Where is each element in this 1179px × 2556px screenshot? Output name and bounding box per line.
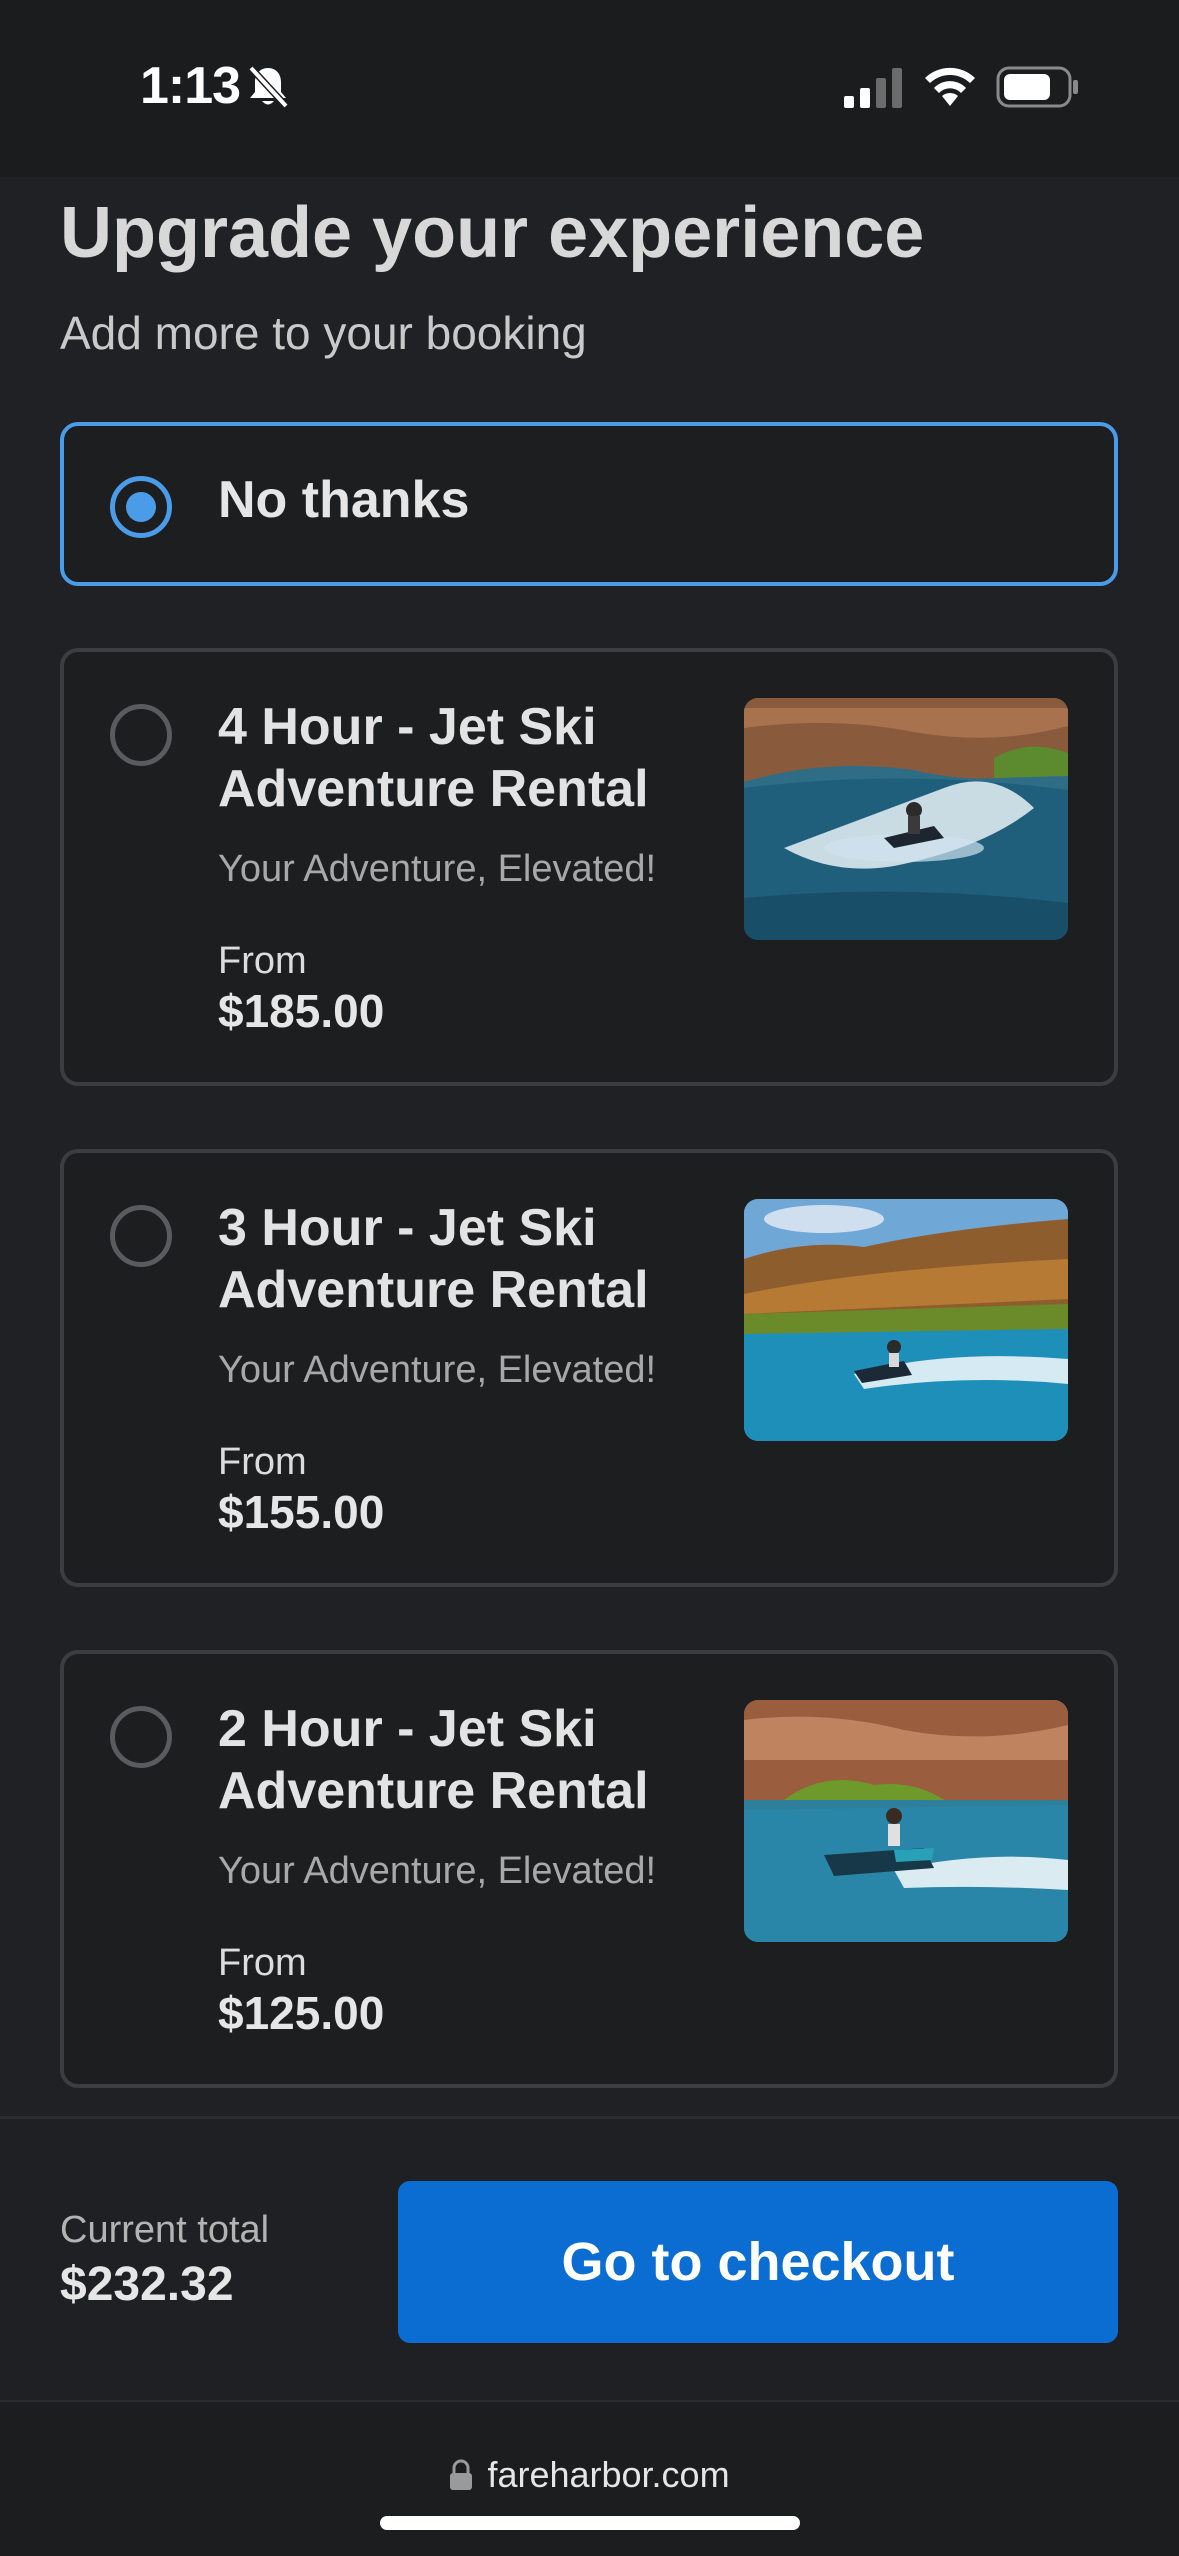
radio-3-hour[interactable] xyxy=(110,1205,172,1267)
option-price: $125.00 xyxy=(218,1987,385,2039)
jet-ski-photo xyxy=(744,1199,1068,1441)
url-display[interactable]: fareharbor.com xyxy=(0,2454,1179,2496)
jet-ski-photo xyxy=(744,1700,1068,1942)
option-3-hour-jet-ski[interactable]: 3 Hour - Jet Ski Adventure Rental Your A… xyxy=(60,1149,1118,1587)
radio-no-thanks[interactable] xyxy=(110,476,172,538)
option-title: 3 Hour - Jet Ski Adventure Rental xyxy=(218,1199,649,1319)
option-4-hour-jet-ski[interactable]: 4 Hour - Jet Ski Adventure Rental Your A… xyxy=(60,648,1118,1086)
go-to-checkout-button[interactable]: Go to checkout xyxy=(398,2181,1118,2343)
radio-2-hour[interactable] xyxy=(110,1706,172,1768)
page: 1:13 Upgrade your experience Add more to… xyxy=(0,0,1179,2556)
checkout-footer: Current total $232.32 Go to checkout xyxy=(0,2116,1179,2400)
current-total-value: $232.32 xyxy=(60,2258,234,2311)
lock-icon xyxy=(450,2459,473,2490)
page-title: Upgrade your experience xyxy=(60,193,925,273)
option-from-label: From xyxy=(218,1942,307,1984)
bell-slash-icon xyxy=(248,65,289,109)
no-thanks-label: No thanks xyxy=(218,471,470,529)
battery-icon xyxy=(996,66,1078,108)
option-subtitle: Your Adventure, Elevated! xyxy=(218,1349,657,1391)
option-subtitle: Your Adventure, Elevated! xyxy=(218,848,657,890)
url-text: fareharbor.com xyxy=(487,2454,730,2495)
current-total-label: Current total xyxy=(60,2209,270,2251)
wifi-icon xyxy=(925,67,975,106)
page-subtitle: Add more to your booking xyxy=(60,307,587,359)
option-price: $185.00 xyxy=(218,985,385,1037)
status-time: 1:13 xyxy=(140,57,241,115)
browser-url-bar[interactable]: fareharbor.com xyxy=(0,2400,1179,2556)
jet-ski-photo xyxy=(744,698,1068,940)
option-from-label: From xyxy=(218,940,307,982)
option-title: 2 Hour - Jet Ski Adventure Rental xyxy=(218,1700,649,1820)
option-no-thanks[interactable]: No thanks xyxy=(60,422,1118,586)
option-2-hour-jet-ski[interactable]: 2 Hour - Jet Ski Adventure Rental Your A… xyxy=(60,1650,1118,2088)
radio-4-hour[interactable] xyxy=(110,704,172,766)
option-price: $155.00 xyxy=(218,1486,385,1538)
option-from-label: From xyxy=(218,1441,307,1483)
option-subtitle: Your Adventure, Elevated! xyxy=(218,1850,657,1892)
home-indicator[interactable] xyxy=(380,2516,800,2530)
signal-icon xyxy=(844,68,902,108)
status-bar: 1:13 xyxy=(0,0,1179,177)
option-title: 4 Hour - Jet Ski Adventure Rental xyxy=(218,698,649,818)
